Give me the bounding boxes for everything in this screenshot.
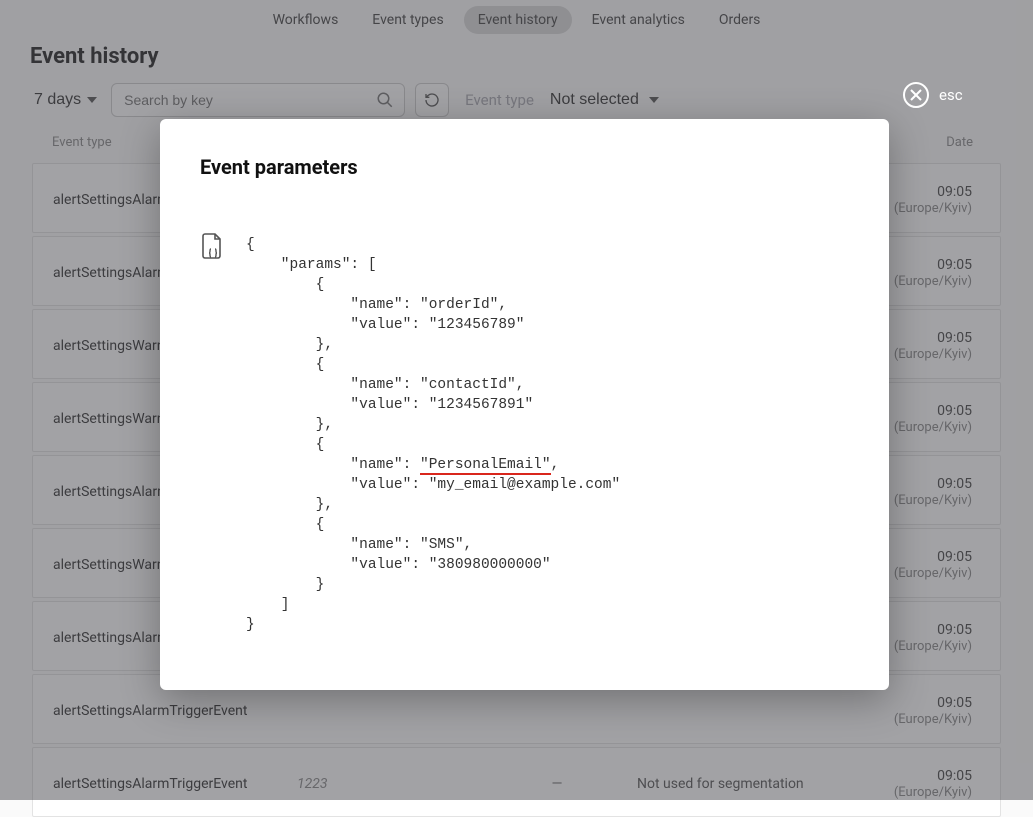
modal-close-group: esc — [903, 82, 963, 108]
close-button[interactable] — [903, 82, 929, 108]
esc-label: esc — [939, 86, 963, 104]
event-parameters-modal: Event parameters { "params": [ { "name":… — [160, 119, 889, 690]
document-json-icon — [200, 233, 224, 259]
highlighted-param-name: "PersonalEmail" — [420, 457, 551, 475]
close-icon — [910, 89, 922, 101]
modal-title: Event parameters — [200, 155, 849, 179]
json-content: { "params": [ { "name": "orderId", "valu… — [246, 235, 620, 635]
